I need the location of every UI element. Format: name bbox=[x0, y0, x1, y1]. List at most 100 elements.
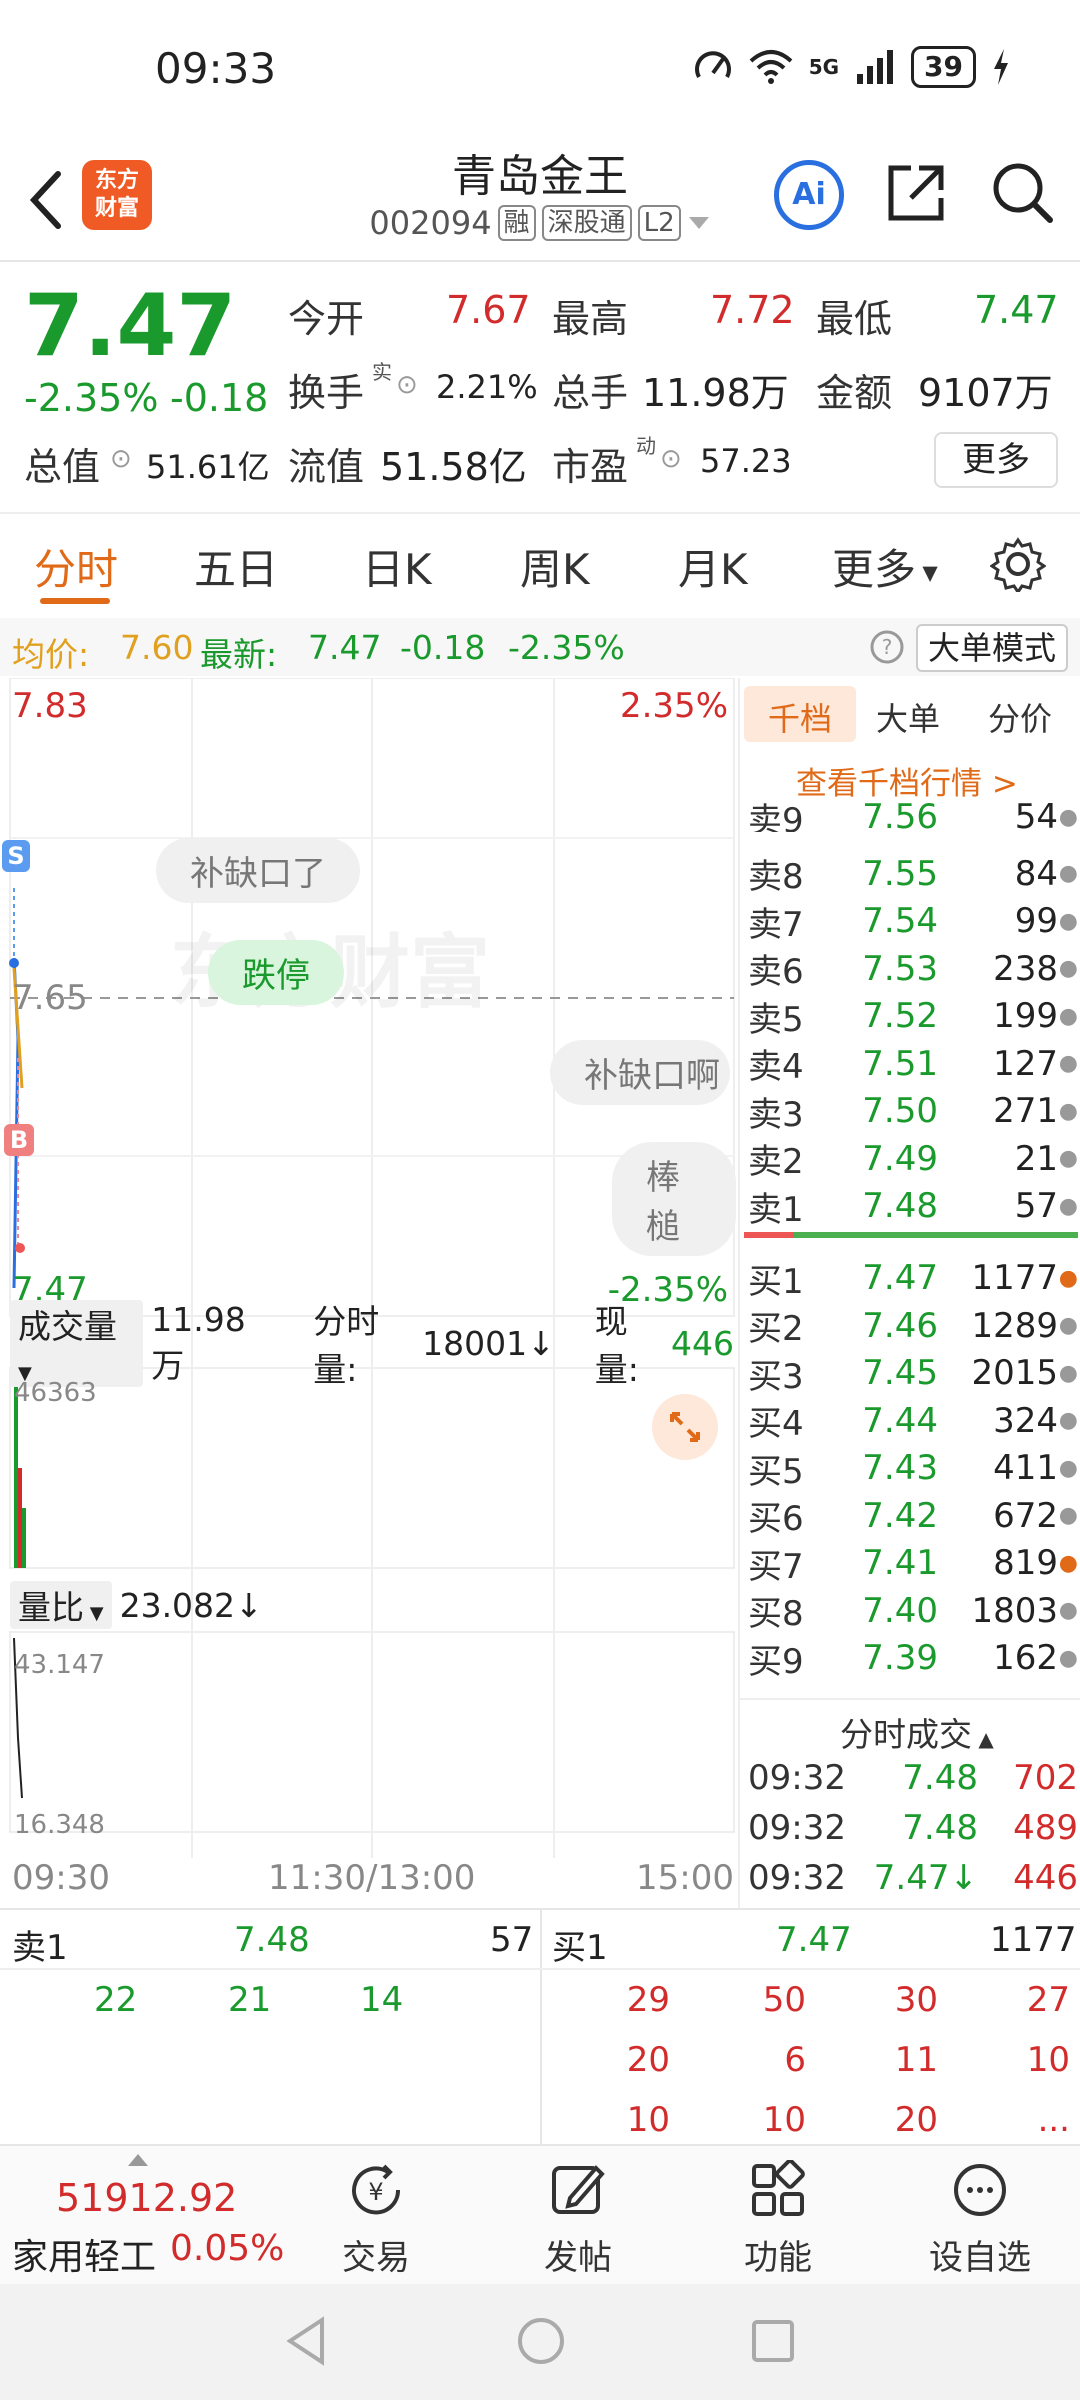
ask-row[interactable]: 卖8 7.55 84 ● bbox=[748, 850, 1078, 898]
ask-row[interactable]: 卖2 7.49 21 ● bbox=[748, 1135, 1078, 1183]
tab-five-day[interactable]: 五日 bbox=[194, 536, 278, 597]
ratio-label: 量比 bbox=[18, 1588, 84, 1627]
bid-row[interactable]: 买4 7.44 324 ● bbox=[748, 1397, 1078, 1445]
dropdown-arrow-icon[interactable] bbox=[687, 213, 711, 233]
tab-active-indicator bbox=[40, 598, 110, 604]
network-type: 5G bbox=[808, 55, 840, 79]
back-icon[interactable] bbox=[22, 160, 72, 240]
buy-order-size: 10 bbox=[1026, 2040, 1070, 2080]
tick-time: 09:32 bbox=[748, 1858, 846, 1898]
tick-row: 09:32 7.48 702 bbox=[748, 1754, 1078, 1802]
comment-bubble[interactable]: 跌停 bbox=[208, 940, 344, 1005]
buy-order-size: 29 bbox=[626, 1980, 670, 2020]
last-price: 7.47 bbox=[24, 276, 237, 376]
tab-intraday[interactable]: 分时 bbox=[34, 536, 118, 597]
functions-button[interactable]: 功能 bbox=[708, 2159, 848, 2279]
more-dots-icon bbox=[954, 2164, 1006, 2216]
comment-bubble[interactable]: 棒槌 bbox=[612, 1142, 736, 1256]
volume-selector[interactable]: 成交量 ▼ bbox=[10, 1299, 144, 1387]
queue-buy-label: 买1 bbox=[552, 1928, 608, 1968]
bid-row[interactable]: 买8 7.40 1803 ● bbox=[748, 1587, 1078, 1635]
ask-row[interactable]: 卖4 7.51 127 ● bbox=[748, 1040, 1078, 1088]
tab-more[interactable]: 更多 ▼ bbox=[832, 536, 938, 597]
ratio-selector[interactable]: 量比 ▼ bbox=[10, 1581, 112, 1629]
nav-back-icon[interactable] bbox=[284, 2316, 328, 2366]
bid-level: 买8 bbox=[748, 1594, 804, 1634]
book-tab-depth[interactable]: 千档 bbox=[768, 694, 832, 740]
avg-label: 均价: bbox=[12, 635, 90, 674]
nav-recents-icon[interactable] bbox=[750, 2318, 796, 2364]
volume-max: 46363 bbox=[14, 1378, 97, 1408]
latest-percent: -2.35% bbox=[508, 628, 625, 667]
tab-monthly-k[interactable]: 月K bbox=[678, 536, 748, 597]
nav-home-icon[interactable] bbox=[516, 2316, 566, 2366]
share-icon[interactable] bbox=[885, 162, 947, 224]
bid-row[interactable]: 买1 7.47 1177 ● bbox=[748, 1254, 1078, 1302]
ask-dot: ● bbox=[1058, 861, 1078, 886]
trade-icon: ¥ bbox=[352, 2164, 401, 2215]
tab-daily-k[interactable]: 日K bbox=[362, 536, 432, 597]
mktcap-label: 总值 bbox=[24, 445, 101, 489]
sell-marker[interactable]: S bbox=[2, 840, 30, 872]
tick-price: 7.48 bbox=[902, 1808, 978, 1848]
bid-row[interactable]: 买5 7.43 411 ● bbox=[748, 1444, 1078, 1492]
svg-text:¥: ¥ bbox=[368, 2178, 383, 2206]
expand-icon bbox=[670, 1412, 700, 1442]
more-stats-button[interactable]: 更多 bbox=[934, 432, 1058, 488]
intraday-chart[interactable]: 东方财富 7.83 2.35% 7.65 7.47 -2.35% S B 补缺口… bbox=[0, 678, 736, 1908]
comment-bubble[interactable]: 补缺口啊 bbox=[550, 1040, 730, 1105]
ask-row[interactable]: 卖6 7.53 238 ● bbox=[748, 945, 1078, 993]
stock-code: 002094 bbox=[369, 204, 492, 242]
post-button[interactable]: 发帖 bbox=[508, 2160, 648, 2279]
ask-row[interactable]: 卖5 7.52 199 ● bbox=[748, 992, 1078, 1040]
ask-row[interactable]: 卖9 7.56 54 ● bbox=[748, 802, 1078, 832]
info-icon[interactable]: ⊙ bbox=[110, 444, 132, 474]
expand-button[interactable] bbox=[652, 1394, 718, 1460]
settings-icon[interactable] bbox=[990, 536, 1046, 592]
logo-line2: 财富 bbox=[94, 196, 139, 221]
bid-row[interactable]: 买2 7.46 1289 ● bbox=[748, 1302, 1078, 1350]
tab-weekly-k[interactable]: 周K bbox=[520, 536, 590, 597]
ask-volume: 127 bbox=[993, 1043, 1058, 1084]
search-icon[interactable] bbox=[990, 160, 1054, 224]
sell-order-size: 22 bbox=[94, 1980, 138, 2020]
ask-price: 7.51 bbox=[862, 1043, 938, 1084]
big-order-mode-button[interactable]: 大单模式 bbox=[916, 624, 1068, 672]
info-icon[interactable]: ⊙ bbox=[660, 444, 682, 474]
ask-dot: ● bbox=[1058, 908, 1078, 934]
ai-button[interactable]: Ai bbox=[774, 160, 844, 230]
ticks-title[interactable]: 分时成交 ▲ bbox=[840, 1708, 994, 1756]
info-icon[interactable]: ⊙ bbox=[396, 370, 418, 400]
bid-row[interactable]: 买6 7.42 672 ● bbox=[748, 1492, 1078, 1540]
bid-price: 7.39 bbox=[862, 1638, 938, 1678]
book-tab-big-order[interactable]: 大单 bbox=[876, 694, 940, 740]
bid-price: 7.47 bbox=[862, 1258, 938, 1298]
speed-icon bbox=[694, 51, 731, 78]
ask-row[interactable]: 卖1 7.48 57 ● bbox=[748, 1182, 1078, 1230]
ask-row[interactable]: 卖7 7.54 99 ● bbox=[748, 897, 1078, 945]
bid-row[interactable]: 买7 7.41 819 ● bbox=[748, 1539, 1078, 1587]
bid-row[interactable]: 买9 7.39 162 ● bbox=[748, 1634, 1078, 1682]
bid-volume: 672 bbox=[993, 1495, 1058, 1536]
open-label: 今开 bbox=[288, 297, 365, 341]
bid-level: 买2 bbox=[748, 1309, 804, 1349]
bid-row[interactable]: 买3 7.45 2015 ● bbox=[748, 1349, 1078, 1397]
help-icon[interactable]: ? bbox=[870, 630, 904, 664]
quote-panel: 7.47 -2.35% -0.18 今开 7.67 最高 7.72 最低 7.4… bbox=[0, 262, 1080, 512]
comment-bubble[interactable]: 补缺口了 bbox=[156, 838, 360, 903]
book-tab-price-dist[interactable]: 分价 bbox=[988, 694, 1052, 740]
bid-price: 7.44 bbox=[862, 1400, 938, 1441]
tick-row: 09:32 7.48 489 bbox=[748, 1804, 1078, 1852]
ask-dot: ● bbox=[1058, 1051, 1078, 1076]
trade-button[interactable]: ¥ 交易 bbox=[306, 2160, 446, 2279]
buy-marker[interactable]: B bbox=[4, 1124, 34, 1156]
edit-icon bbox=[552, 2165, 605, 2214]
status-time: 09:33 bbox=[155, 44, 277, 93]
depth-link[interactable]: 查看千档行情 > bbox=[796, 758, 1018, 803]
app-logo[interactable]: 东方 财富 bbox=[82, 160, 152, 230]
bid-volume: 162 bbox=[993, 1638, 1058, 1678]
chevron-down-icon: ▼ bbox=[916, 560, 938, 585]
index-ticker[interactable]: 51912.92 家用轻工 0.05% bbox=[0, 2146, 284, 2286]
ask-row[interactable]: 卖3 7.50 271 ● bbox=[748, 1087, 1078, 1135]
add-watchlist-button[interactable]: 设自选 bbox=[910, 2160, 1050, 2279]
